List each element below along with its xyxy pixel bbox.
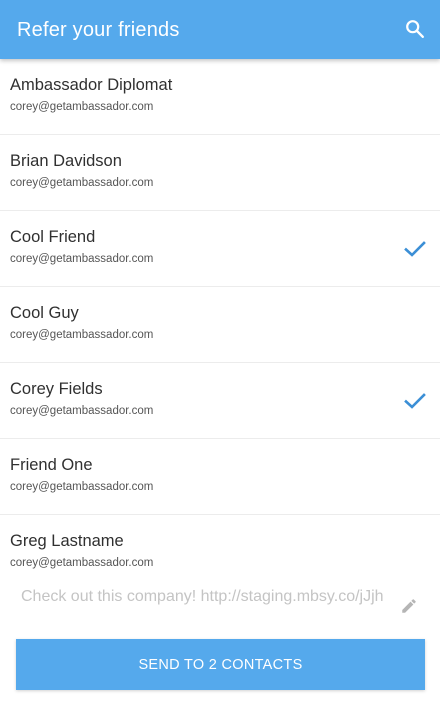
contact-name: Ambassador Diplomat — [10, 76, 173, 94]
message-input[interactable]: Check out this company! http://staging.m… — [21, 587, 397, 607]
pencil-icon — [402, 599, 416, 613]
app-root: Refer your friends Ambassador Diplomat c… — [0, 0, 440, 706]
contact-email: corey@getambassador.com — [10, 101, 154, 113]
edit-message-button[interactable] — [400, 597, 418, 615]
search-button[interactable] — [400, 13, 430, 45]
message-composer: Check out this company! http://staging.m… — [0, 575, 440, 705]
checkmark-icon — [404, 241, 426, 257]
contact-name: Cool Friend — [10, 228, 96, 246]
contact-email: corey@getambassador.com — [10, 405, 154, 417]
contact-email: corey@getambassador.com — [10, 481, 154, 493]
contact-row[interactable]: Cool Friend corey@getambassador.com — [0, 211, 440, 287]
contact-email: corey@getambassador.com — [10, 177, 154, 189]
contact-name: Brian Davidson — [10, 152, 122, 170]
contact-name: Corey Fields — [10, 380, 103, 398]
contact-row[interactable]: Brian Davidson corey@getambassador.com — [0, 135, 440, 211]
contact-row[interactable]: Corey Fields corey@getambassador.com — [0, 363, 440, 439]
contact-list: Ambassador Diplomat corey@getambassador.… — [0, 59, 440, 575]
contact-email: corey@getambassador.com — [10, 253, 154, 265]
page-title: Refer your friends — [17, 19, 180, 41]
contact-name: Friend One — [10, 456, 93, 474]
send-button[interactable]: SEND TO 2 CONTACTS — [16, 639, 425, 690]
search-icon — [406, 20, 424, 38]
contact-row[interactable]: Friend One corey@getambassador.com — [0, 439, 440, 515]
contact-row[interactable]: Greg Lastname corey@getambassador.com — [0, 515, 440, 575]
contact-name: Cool Guy — [10, 304, 79, 322]
contact-email: corey@getambassador.com — [10, 557, 154, 569]
contact-email: corey@getambassador.com — [10, 329, 154, 341]
checkmark-icon — [404, 393, 426, 409]
app-bar: Refer your friends — [0, 0, 440, 59]
contact-row[interactable]: Ambassador Diplomat corey@getambassador.… — [0, 59, 440, 135]
contact-name: Greg Lastname — [10, 532, 124, 550]
contact-row[interactable]: Cool Guy corey@getambassador.com — [0, 287, 440, 363]
